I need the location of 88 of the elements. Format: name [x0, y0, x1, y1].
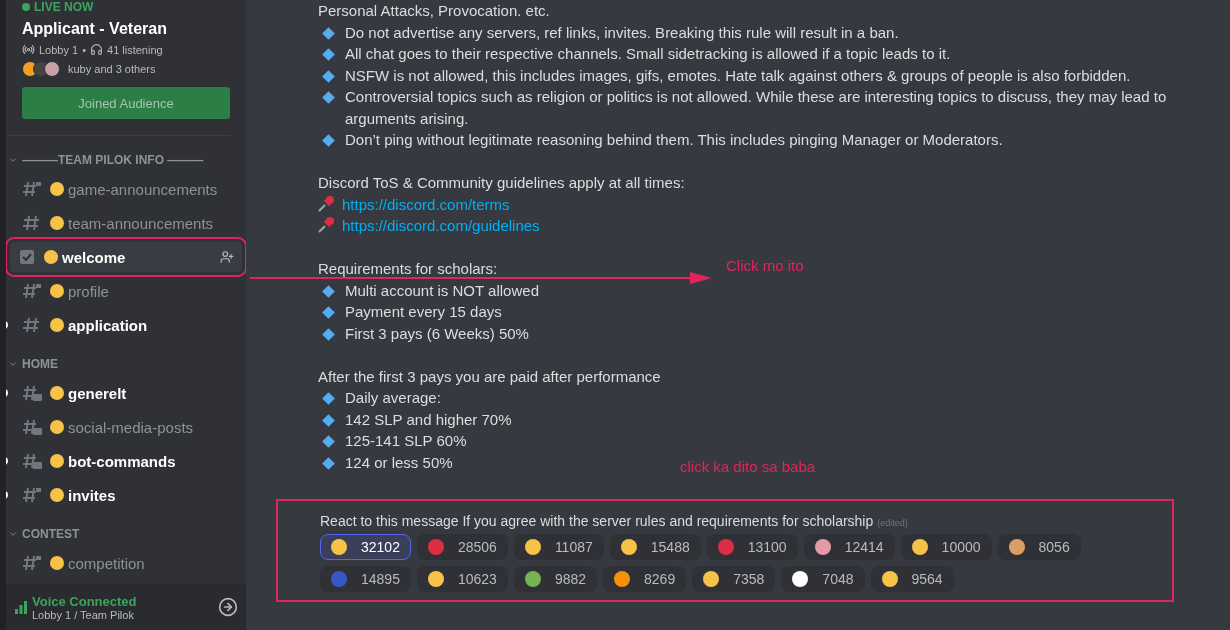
- message-text: Personal Attacks, Provocation. etc.: [318, 1, 550, 21]
- thread-hash-icon: [22, 418, 42, 436]
- emoji-icon: [50, 284, 64, 298]
- channel-item[interactable]: social-media-posts: [14, 412, 238, 442]
- live-dot-icon: [22, 3, 30, 11]
- reaction-button[interactable]: 28506: [416, 534, 508, 560]
- rule-text: First 3 pays (6 Weeks) 50%: [345, 323, 529, 344]
- emoji-icon: [50, 386, 64, 400]
- reaction-button[interactable]: 7358: [692, 566, 776, 592]
- signal-icon: [14, 600, 28, 614]
- separator-dot: •: [82, 43, 86, 56]
- message-link[interactable]: https://discord.com/terms: [342, 193, 510, 215]
- emoji-icon: [50, 216, 64, 230]
- reaction-button[interactable]: 12414: [803, 534, 895, 560]
- emoji-icon: [50, 488, 64, 502]
- reaction-button[interactable]: 9564: [870, 566, 954, 592]
- reaction-button[interactable]: 7048: [781, 566, 865, 592]
- rules-channel-icon: [18, 248, 36, 266]
- reaction-button[interactable]: 8269: [603, 566, 687, 592]
- channel-item[interactable]: generelt: [14, 378, 238, 408]
- stage-room: Lobby 1: [39, 43, 79, 56]
- emoji-icon: [50, 454, 64, 468]
- reaction-button[interactable]: 11087: [513, 534, 604, 560]
- reaction-button[interactable]: 14895: [320, 566, 411, 592]
- hash-icon: [22, 214, 42, 232]
- emoji-icon: [50, 420, 64, 434]
- channel-item[interactable]: competition: [14, 548, 238, 578]
- locked-hash-icon: [22, 554, 42, 572]
- annotation-note: Click mo ito: [726, 257, 804, 274]
- channel-item[interactable]: invites: [14, 480, 238, 510]
- emoji-icon: [50, 318, 64, 332]
- collapse-caret-icon[interactable]: [8, 155, 18, 165]
- emoji-icon: [50, 182, 64, 196]
- live-status: LIVE NOW: [34, 0, 94, 14]
- reaction-button[interactable]: 8056: [997, 534, 1081, 560]
- reaction-button[interactable]: 10000: [900, 534, 992, 560]
- headphones-icon: [90, 43, 103, 56]
- rule-text: Don’t ping without legitimate reasoning behind them. This includes pinging Manager or Moderators.: [345, 130, 1003, 150]
- locked-hash-icon: [22, 282, 42, 300]
- voice-location[interactable]: Lobby 1 / Team Pilok: [32, 608, 218, 621]
- message-link[interactable]: https://discord.com/guidelines: [342, 215, 540, 237]
- audience-text: kuby and 3 others: [68, 63, 156, 75]
- rule-text: All chat goes to their respective channels. Small sidetracking is allowed if a topic leads to it.: [345, 44, 951, 64]
- add-member-icon[interactable]: [220, 250, 234, 264]
- rule-text: Daily average:: [345, 388, 441, 408]
- pushpin-icon: [318, 215, 336, 233]
- collapse-caret-icon[interactable]: [8, 359, 18, 369]
- stage-icon: [22, 43, 35, 56]
- pushpin-icon: [318, 193, 336, 212]
- message-text: After the first 3 pays you are paid after performance: [318, 366, 661, 387]
- category-header[interactable]: ———TEAM PILOK INFO ———: [22, 153, 204, 167]
- thread-hash-icon: [22, 384, 42, 402]
- channel-item[interactable]: team-announcements: [14, 208, 238, 238]
- emoji-icon: [44, 250, 58, 264]
- reaction-button[interactable]: 13100: [706, 534, 798, 560]
- channel-item[interactable]: application: [14, 310, 238, 340]
- locked-hash-icon: [22, 486, 42, 504]
- rule-text: NSFW is not allowed, this includes images, gifs, emotes. Hate talk against others & groups of people is also forbidden.: [345, 65, 1131, 86]
- rule-text: Payment every 15 days: [345, 302, 502, 322]
- voice-status: Voice Connected: [32, 593, 138, 609]
- collapse-caret-icon[interactable]: [8, 529, 18, 539]
- message-text: React to this message If you agree with the server rules and requirements for scholarship: [320, 513, 874, 529]
- rule-text: 125-141 SLP 60%: [345, 431, 467, 451]
- rule-text: 142 SLP and higher 70%: [345, 409, 512, 430]
- category-header[interactable]: HOME: [22, 357, 58, 371]
- rule-text: Multi account is NOT allowed: [345, 280, 539, 301]
- reaction-button[interactable]: 32102: [320, 534, 411, 560]
- avatar-group-icon: [22, 61, 60, 77]
- category-header[interactable]: CONTEST: [22, 527, 80, 541]
- channel-item[interactable]: bot-commands: [14, 446, 238, 476]
- channel-item[interactable]: profile: [14, 276, 238, 306]
- listener-count: 41 listening: [107, 43, 163, 56]
- message-text: Requirements for scholars:: [318, 259, 498, 279]
- channel-item[interactable]: game-announcements: [14, 174, 238, 204]
- reaction-button[interactable]: 15488: [609, 534, 701, 560]
- emoji-icon: [50, 556, 64, 570]
- hash-icon: [22, 316, 42, 334]
- reaction-button[interactable]: 9882: [513, 566, 598, 592]
- locked-hash-icon: [22, 180, 42, 198]
- thread-hash-icon: [22, 452, 42, 470]
- stage-title: Applicant - Veteran: [22, 20, 168, 38]
- rule-text: 124 or less 50%: [345, 452, 453, 473]
- rule-text: Do not advertise any servers, ref links, invites. Breaking this rule will result in a ban.: [345, 22, 899, 43]
- reaction-button[interactable]: 10623: [416, 566, 508, 592]
- annotation-note: click ka dito sa baba: [680, 458, 816, 475]
- disconnect-icon[interactable]: [218, 597, 238, 617]
- message-text: Discord ToS & Community guidelines apply at all times:: [318, 173, 685, 193]
- rule-text: Controversial topics such as religion or politics is not allowed. While these are interesting topics to discuss, they may lead to arguments arising.: [345, 87, 1168, 129]
